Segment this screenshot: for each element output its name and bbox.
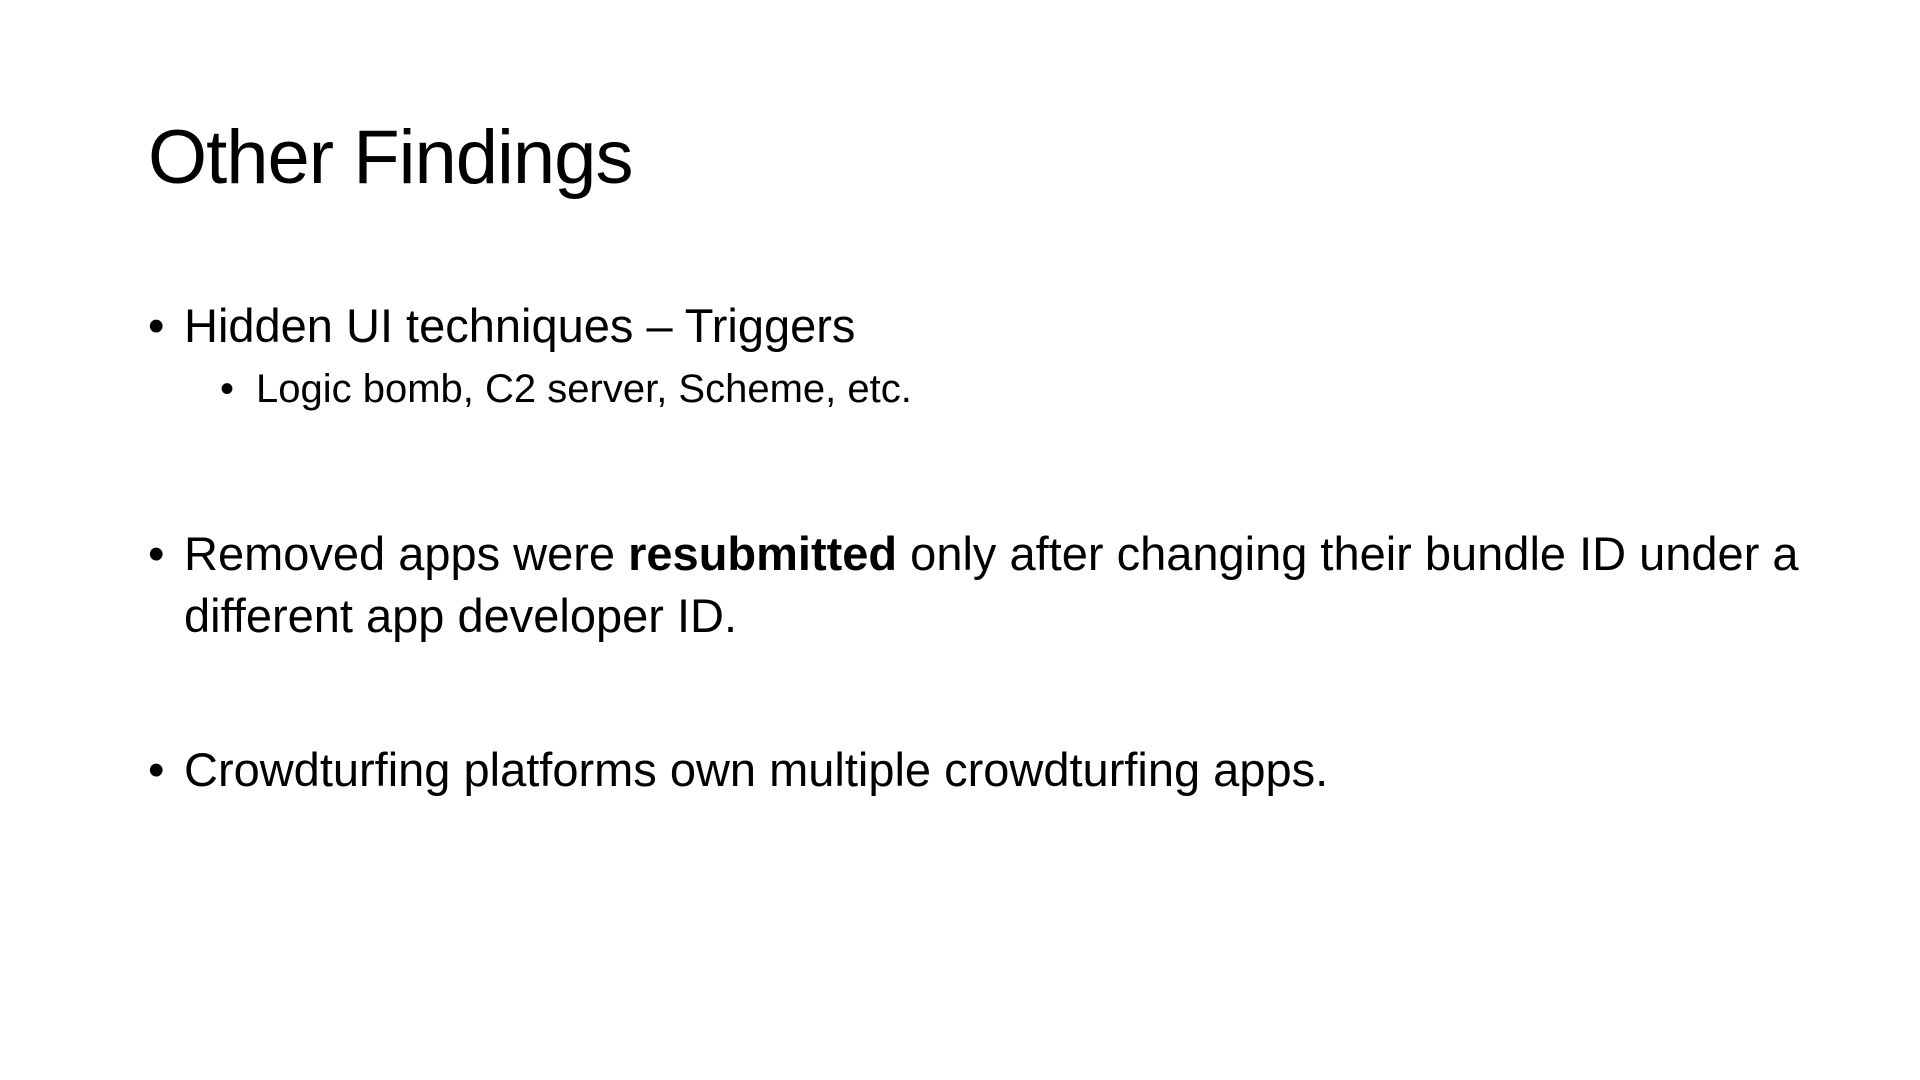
bullet-text: Hidden UI techniques – Triggers bbox=[184, 299, 856, 352]
bullet-dot-icon: • bbox=[148, 299, 165, 352]
bullet-list: • Hidden UI techniques – Triggers • Logi… bbox=[148, 295, 1828, 801]
sub-bullet-text: Logic bomb, C2 server, Scheme, etc. bbox=[256, 367, 912, 411]
slide: Other Findings • Hidden UI techniques – … bbox=[0, 0, 1920, 1080]
bullet-text: Crowdturfing platforms own multiple crow… bbox=[184, 743, 1329, 796]
bullet-item-crowdturfing: • Crowdturfing platforms own multiple cr… bbox=[148, 739, 1828, 801]
bullet-item-removed-apps: • Removed apps were resubmitted only aft… bbox=[148, 523, 1828, 647]
bullet-dot-icon: • bbox=[148, 527, 165, 580]
bullet-item-hidden-ui: • Hidden UI techniques – Triggers bbox=[148, 295, 1828, 357]
bullet-text-part: Removed apps were bbox=[184, 527, 629, 580]
sub-bullet-dot-icon: • bbox=[220, 367, 235, 411]
bullet-text-emphasis: resubmitted bbox=[628, 527, 898, 580]
bullet-dot-icon: • bbox=[148, 743, 165, 796]
sub-bullet-item-triggers: • Logic bomb, C2 server, Scheme, etc. bbox=[148, 361, 1828, 417]
slide-title: Other Findings bbox=[148, 115, 633, 200]
